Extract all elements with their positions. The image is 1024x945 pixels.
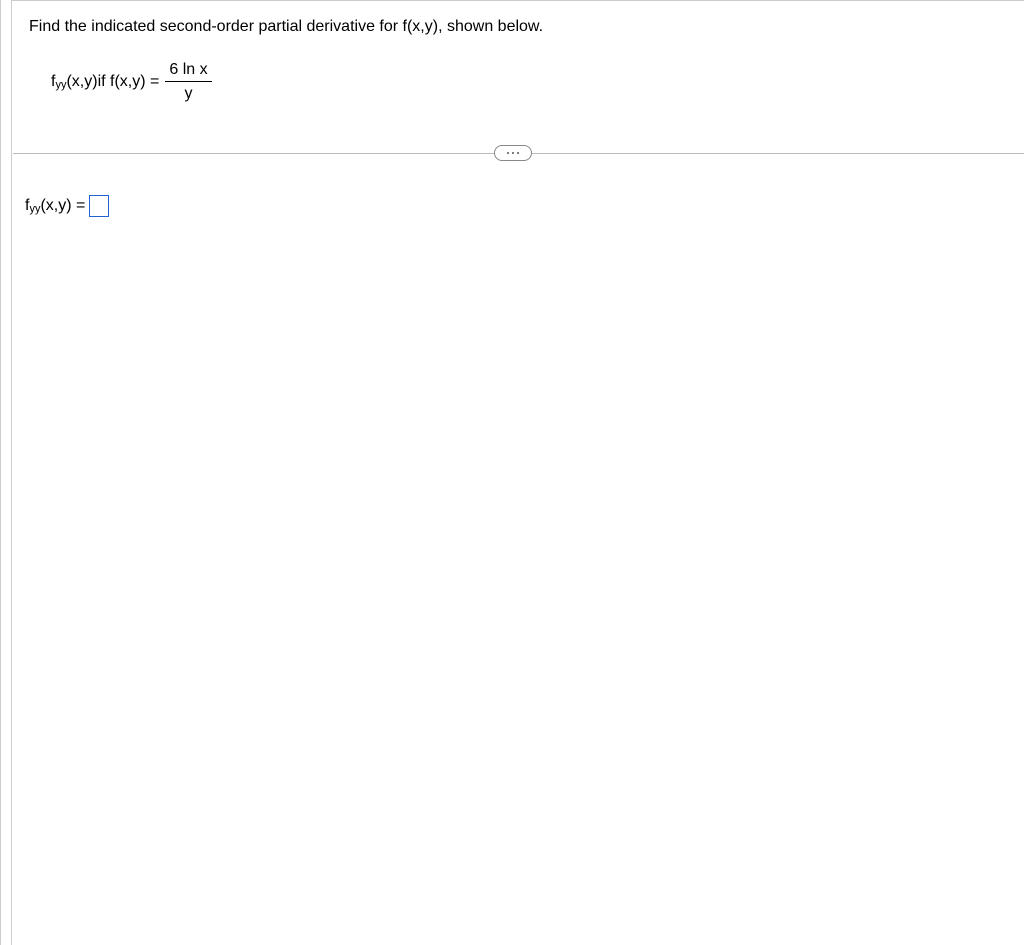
question-container: Find the indicated second-order partial … [0,0,1024,945]
fyy-args: (x,y) [66,73,97,91]
answer-line: fyy(x,y) = [25,195,1004,217]
question-area: Find the indicated second-order partial … [1,0,1024,123]
fraction-numerator: 6 ln x [165,60,211,82]
if-text: if f(x,y) = [98,73,160,91]
expand-button[interactable] [494,145,532,161]
answer-area: fyy(x,y) = [1,195,1024,237]
ellipsis-icon [507,152,519,154]
fyy-sub: yy [55,79,66,91]
fraction: 6 ln x y [165,60,211,103]
answer-args: (x,y) = [40,197,85,215]
divider-row [1,141,1024,165]
top-border [11,0,1024,1]
fraction-denominator: y [180,82,196,103]
function-definition: fyy(x,y) if f(x,y) = 6 ln x y [51,60,1004,103]
answer-sub: yy [29,203,40,215]
answer-input[interactable] [89,195,109,217]
question-prompt: Find the indicated second-order partial … [29,18,1004,36]
